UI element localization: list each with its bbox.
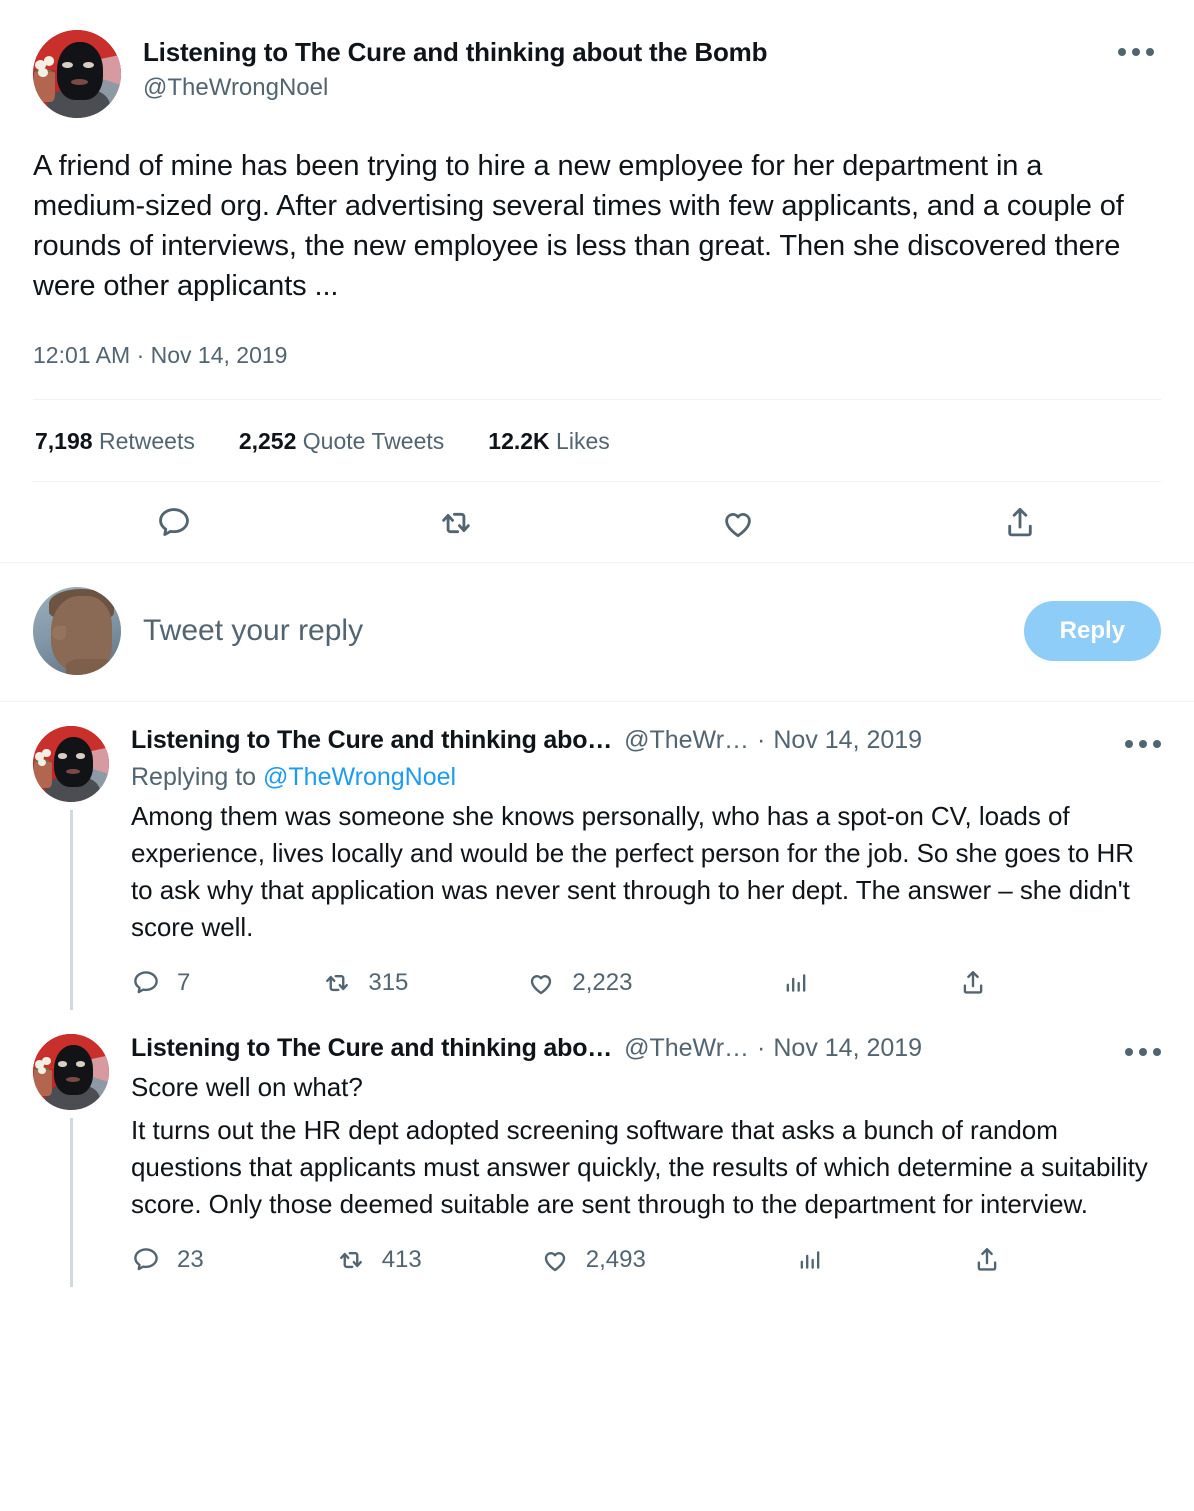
thread-connector-line xyxy=(69,1118,73,1287)
stat-retweets[interactable]: 7,198 Retweets xyxy=(35,428,195,455)
like-icon xyxy=(531,975,552,995)
user-handle[interactable]: @TheWr… xyxy=(624,1034,749,1063)
avatar[interactable] xyxy=(33,587,121,675)
reply-text-line-1: Score well on what? xyxy=(131,1072,363,1102)
stat-quote-tweets[interactable]: 2,252 Quote Tweets xyxy=(239,428,444,455)
reply-button[interactable]: 7 xyxy=(131,968,190,998)
reply-input[interactable]: Tweet your reply xyxy=(143,614,1024,648)
thread-reply: Listening to The Cure and thinking abo… … xyxy=(0,702,1194,1010)
share-icon xyxy=(977,1248,997,1271)
share-icon xyxy=(1008,507,1032,537)
tweet-timestamp[interactable]: 12:01 AM · Nov 14, 2019 xyxy=(33,342,1161,369)
share-button[interactable] xyxy=(879,504,1161,542)
reply-button[interactable] xyxy=(33,504,315,542)
reply-icon xyxy=(159,508,189,536)
more-options-icon[interactable] xyxy=(1105,740,1161,748)
like-count: 2,493 xyxy=(585,1246,646,1273)
reply-button[interactable]: 23 xyxy=(131,1245,204,1275)
tweet-action-bar xyxy=(33,482,1161,562)
reply-composer: Tweet your reply Reply xyxy=(0,563,1194,701)
separator: · xyxy=(757,726,766,754)
more-options-icon[interactable] xyxy=(1111,30,1161,70)
like-button[interactable]: 2,493 xyxy=(540,1245,646,1275)
more-options-icon[interactable] xyxy=(1105,1048,1161,1056)
tweet-stats: 7,198 Retweets 2,252 Quote Tweets 12.2K … xyxy=(33,400,1161,481)
reply-date[interactable]: Nov 14, 2019 xyxy=(773,726,922,755)
quotes-count: 2,252 xyxy=(238,428,297,454)
reply-action-bar: 23 413 2,493 xyxy=(131,1245,1011,1287)
avatar[interactable] xyxy=(33,1034,109,1110)
replying-to: Replying to @TheWrongNoel xyxy=(131,763,1161,792)
reply-content: Listening to The Cure and thinking abo… … xyxy=(131,726,1161,1010)
reply-avatar-column xyxy=(33,726,109,1010)
analytics-icon xyxy=(787,974,806,992)
avatar[interactable] xyxy=(33,30,121,118)
separator: · xyxy=(757,1034,766,1062)
reply-action-bar: 7 315 2,223 xyxy=(131,968,1011,1010)
analytics-button[interactable] xyxy=(782,969,810,997)
reply-text: Among them was someone she knows persona… xyxy=(131,801,1134,942)
retweet-icon xyxy=(339,1251,362,1269)
reply-icon xyxy=(134,971,158,994)
likes-count: 12.2K xyxy=(488,428,550,454)
reply-text: It turns out the HR dept adopted screeni… xyxy=(131,1115,1148,1219)
user-handle[interactable]: @TheWrongNoel xyxy=(143,72,1111,103)
reply-date[interactable]: Nov 14, 2019 xyxy=(773,1034,922,1063)
like-icon xyxy=(544,1252,565,1272)
replying-to-mention[interactable]: @TheWrongNoel xyxy=(263,763,456,791)
display-name[interactable]: Listening to The Cure and thinking abo… xyxy=(131,726,612,755)
likes-label: Likes xyxy=(556,428,610,454)
like-button[interactable] xyxy=(597,504,879,542)
stat-likes[interactable]: 12.2K Likes xyxy=(488,428,609,455)
like-count: 2,223 xyxy=(572,969,633,996)
tweet-text: A friend of mine has been trying to hire… xyxy=(33,150,1124,302)
retweet-button[interactable]: 413 xyxy=(336,1245,422,1275)
replying-to-prefix: Replying to xyxy=(131,763,257,791)
share-icon xyxy=(964,971,983,994)
reply-content: Listening to The Cure and thinking abo… … xyxy=(131,1034,1161,1287)
reply-header: Listening to The Cure and thinking abo… … xyxy=(131,1034,1161,1063)
retweet-count: 413 xyxy=(381,1246,422,1273)
reply-count: 7 xyxy=(177,969,191,996)
thread-reply: Listening to The Cure and thinking abo… … xyxy=(0,1010,1194,1287)
quotes-label: Quote Tweets xyxy=(302,428,445,454)
display-name[interactable]: Listening to The Cure and thinking about… xyxy=(143,36,1111,69)
retweets-count: 7,198 xyxy=(35,428,93,454)
retweet-button[interactable] xyxy=(315,504,597,542)
analytics-button[interactable] xyxy=(796,1246,824,1274)
user-handle[interactable]: @TheWr… xyxy=(624,726,749,755)
thread-connector-line xyxy=(69,810,73,1010)
reply-count: 23 xyxy=(177,1246,204,1273)
retweet-icon xyxy=(442,512,470,534)
retweet-button[interactable]: 315 xyxy=(322,968,408,998)
primary-tweet-identity: Listening to The Cure and thinking about… xyxy=(143,30,1111,103)
retweet-count: 315 xyxy=(368,969,409,996)
reply-avatar-column xyxy=(33,1034,109,1287)
avatar[interactable] xyxy=(33,726,109,802)
like-button[interactable]: 2,223 xyxy=(526,968,632,998)
share-button[interactable] xyxy=(958,968,988,998)
primary-tweet-header: Listening to The Cure and thinking about… xyxy=(33,30,1161,118)
tweet-thread-page: Listening to The Cure and thinking about… xyxy=(0,0,1194,1287)
display-name[interactable]: Listening to The Cure and thinking abo… xyxy=(131,1034,612,1063)
analytics-icon xyxy=(800,1251,820,1269)
reply-icon xyxy=(134,1248,158,1271)
reply-header: Listening to The Cure and thinking abo… … xyxy=(131,726,1161,755)
share-button[interactable] xyxy=(972,1245,1002,1275)
reply-submit-button[interactable]: Reply xyxy=(1023,601,1161,661)
retweets-label: Retweets xyxy=(98,428,195,454)
like-icon xyxy=(725,513,751,538)
retweet-icon xyxy=(326,974,349,992)
primary-tweet: Listening to The Cure and thinking about… xyxy=(0,0,1194,562)
